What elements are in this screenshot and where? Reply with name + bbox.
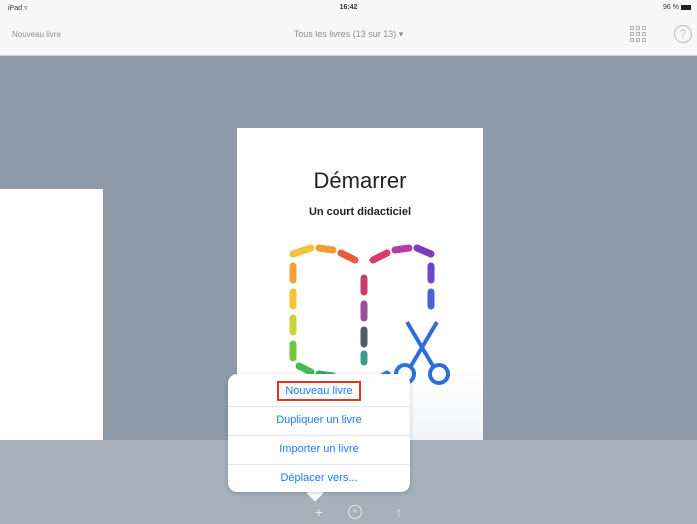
nav-bar: Nouveau livre Tous les livres (13 sur 13… — [0, 16, 697, 56]
menu-item-label: Nouveau livre — [277, 381, 361, 401]
menu-item-duplicate-book[interactable]: Dupliquer un livre — [228, 406, 410, 432]
all-books-filter[interactable]: Tous les livres (13 sur 13) ▾ — [294, 29, 404, 39]
help-icon[interactable]: ? — [674, 25, 692, 43]
menu-item-label: Importer un livre — [279, 443, 359, 455]
new-book-nav-button[interactable]: Nouveau livre — [12, 30, 61, 39]
book-title: Démarrer — [313, 168, 407, 193]
status-time: 16:42 — [339, 4, 358, 11]
menu-item-label: Déplacer vers... — [280, 472, 358, 484]
battery-label: 96 % — [663, 4, 679, 11]
status-bar: iPad ▿ 16:42 96 % — [0, 0, 697, 16]
add-icon[interactable]: + — [312, 505, 326, 519]
menu-item-import-book[interactable]: Importer un livre — [228, 435, 410, 461]
nav-title: Tous les livres (13 sur 13) ▾ — [0, 29, 697, 40]
battery-status: 96 % — [663, 4, 691, 11]
duplicate-icon[interactable]: + — [348, 505, 362, 519]
menu-item-move-to[interactable]: Déplacer vers... — [228, 464, 410, 490]
book-subtitle: Un court didacticiel — [308, 206, 412, 218]
share-icon[interactable]: ↑ — [392, 505, 406, 519]
battery-icon — [681, 4, 691, 10]
grid-view-icon[interactable] — [630, 26, 646, 42]
menu-item-label: Dupliquer un livre — [276, 414, 362, 426]
menu-item-new-book[interactable]: Nouveau livre — [228, 378, 410, 404]
new-book-popover: Nouveau livre Dupliquer un livre Importe… — [228, 374, 410, 492]
